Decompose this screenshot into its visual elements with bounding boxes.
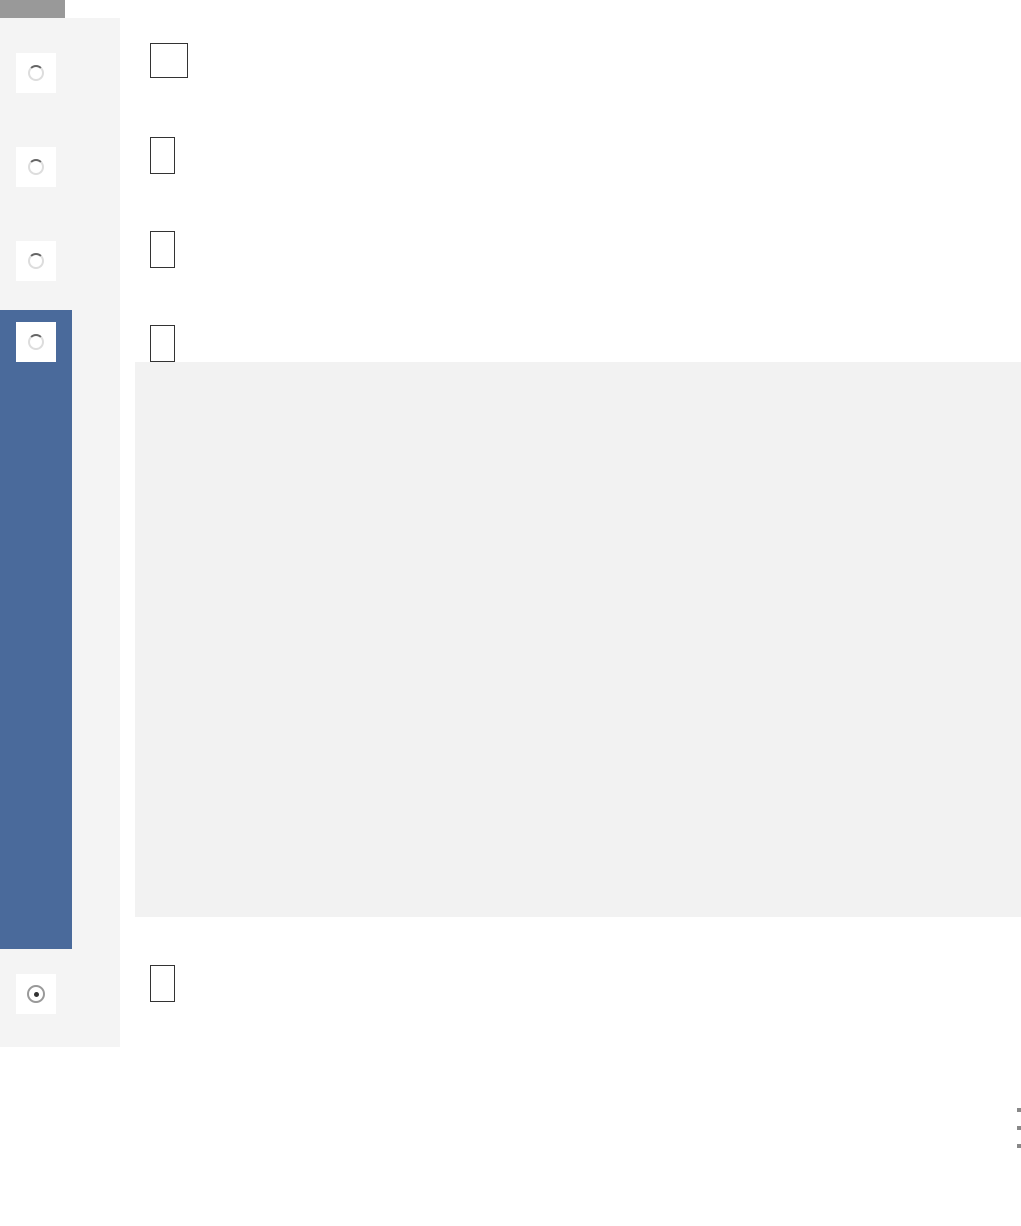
content-placeholder-1[interactable] xyxy=(150,43,188,78)
content-placeholder-4[interactable] xyxy=(150,325,175,362)
sidebar-nav-item-1[interactable] xyxy=(0,41,72,135)
spinner-icon xyxy=(28,334,44,350)
content-placeholder-2[interactable] xyxy=(150,137,175,174)
sidebar-nav-item-5[interactable] xyxy=(0,962,72,1047)
content-placeholder-5[interactable] xyxy=(150,965,175,1002)
radio-icon xyxy=(28,986,44,1002)
top-bar-segment xyxy=(0,0,65,18)
sidebar-nav-item-2[interactable] xyxy=(0,135,72,229)
content-placeholder-3[interactable] xyxy=(150,231,175,268)
sidebar xyxy=(0,18,120,1047)
main-panel xyxy=(135,362,1021,917)
sidebar-nav-item-3[interactable] xyxy=(0,229,72,323)
side-widget[interactable] xyxy=(1006,1066,1021,1226)
loading-icon xyxy=(16,974,56,1014)
spinner-icon xyxy=(28,65,44,81)
drag-handle-icon xyxy=(1017,1108,1021,1148)
spinner-icon xyxy=(28,253,44,269)
loading-icon xyxy=(16,147,56,187)
main-content xyxy=(120,18,1021,1047)
loading-icon xyxy=(16,53,56,93)
spinner-icon xyxy=(28,159,44,175)
loading-icon xyxy=(16,241,56,281)
loading-icon xyxy=(16,322,56,362)
sidebar-nav-item-4-active[interactable] xyxy=(0,310,72,949)
